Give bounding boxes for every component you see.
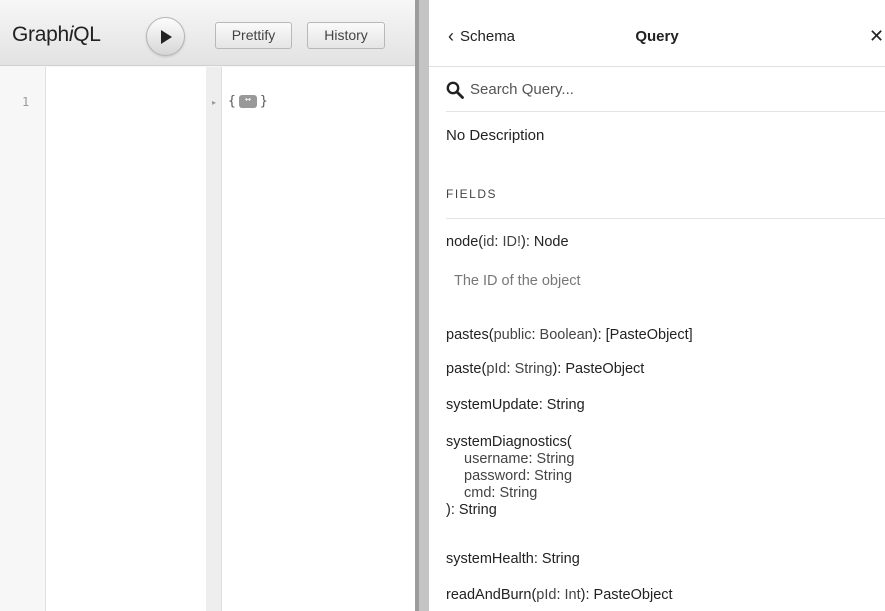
arg-type-link[interactable]: Int xyxy=(565,587,581,603)
separator: : xyxy=(538,397,547,413)
return-type-link[interactable]: Node xyxy=(534,234,569,250)
doc-explorer-header: ‹ Schema Query ✕ xyxy=(429,0,885,67)
arg-name: pId xyxy=(486,361,507,377)
folded-ellipsis[interactable]: ↔ xyxy=(238,95,257,108)
result-gutter xyxy=(206,67,222,611)
field-name-link[interactable]: systemUpdate xyxy=(446,397,539,413)
search-input[interactable] xyxy=(470,81,850,98)
field-paste: paste(pId: String): PasteObject xyxy=(446,361,644,378)
search-bar xyxy=(446,68,885,112)
paren: ): xyxy=(580,587,594,603)
arg-row: cmd: String xyxy=(446,485,574,502)
field-pastes: pastes(public: Boolean): [PasteObject] xyxy=(446,327,693,344)
editor-area: GraphiQL Prettify History 1 ▸ { ↔ } xyxy=(0,0,415,611)
return-type-link[interactable]: [PasteObject] xyxy=(606,327,693,343)
separator: : xyxy=(533,551,542,567)
separator: : xyxy=(506,361,515,377)
field-name-link[interactable]: systemDiagnostics xyxy=(446,434,567,450)
arg-name: id xyxy=(483,234,495,250)
execute-query-button[interactable] xyxy=(146,17,185,56)
type-description: No Description xyxy=(446,127,545,144)
field-node: node(id: ID!): Node xyxy=(446,234,569,251)
pane-divider[interactable] xyxy=(415,0,429,611)
arg-name: pId xyxy=(536,587,557,603)
return-type-link[interactable]: PasteObject xyxy=(594,587,673,603)
result-viewer: ▸ { ↔ } xyxy=(206,67,415,611)
field-read-and-burn: readAndBurn(pId: Int): PasteObject xyxy=(446,587,673,604)
play-icon xyxy=(160,29,172,44)
paren: ): xyxy=(446,502,459,518)
paren: ): xyxy=(592,327,606,343)
field-description: The ID of the object xyxy=(454,273,581,289)
paren: ): xyxy=(552,361,566,377)
arg-type-link[interactable]: Boolean xyxy=(540,327,593,343)
field-system-health: systemHealth: String xyxy=(446,551,580,568)
separator: : xyxy=(531,327,540,343)
arg-row: password: String xyxy=(446,468,574,485)
logo-prefix: Graph xyxy=(12,23,69,46)
paren: ): xyxy=(521,234,534,250)
arg-name: public xyxy=(493,327,532,343)
return-type-link[interactable]: String xyxy=(542,551,580,567)
field-name-link[interactable]: readAndBurn xyxy=(446,587,531,603)
open-brace: { xyxy=(228,94,236,109)
arg-name: password xyxy=(464,468,527,484)
arg-type-link[interactable]: ID! xyxy=(502,234,521,250)
query-editor[interactable]: 1 xyxy=(0,67,206,611)
arg-type-link[interactable]: String xyxy=(534,468,572,484)
result-line: { ↔ } xyxy=(228,94,268,109)
arg-name: cmd xyxy=(464,485,492,501)
fields-header: FIELDS xyxy=(446,187,885,219)
close-brace: } xyxy=(259,94,268,109)
arg-type-link[interactable]: String xyxy=(499,485,537,501)
history-button[interactable]: History xyxy=(307,22,385,49)
line-number-gutter: 1 xyxy=(0,67,46,611)
logo-suffix: QL xyxy=(73,23,101,46)
field-name-link[interactable]: paste xyxy=(446,361,481,377)
field-system-update: systemUpdate: String xyxy=(446,397,585,414)
paren: ( xyxy=(566,434,572,450)
search-icon xyxy=(446,81,464,99)
return-type-link[interactable]: String xyxy=(547,397,585,413)
doc-explorer: ‹ Schema Query ✕ No Description FIELDS n… xyxy=(429,0,885,611)
doc-explorer-title: Query xyxy=(635,28,679,45)
graphiql-logo: GraphiQL xyxy=(12,23,101,47)
separator: : xyxy=(556,587,565,603)
arg-name: username xyxy=(464,451,529,467)
arg-row: username: String xyxy=(446,451,574,468)
field-name-link[interactable]: node xyxy=(446,234,478,250)
line-number: 1 xyxy=(22,95,30,109)
prettify-button[interactable]: Prettify xyxy=(215,22,292,49)
fold-arrow-icon[interactable]: ▸ xyxy=(212,98,216,107)
arg-type-link[interactable]: String xyxy=(537,451,575,467)
field-system-diagnostics: systemDiagnostics( username: String pass… xyxy=(446,434,574,519)
close-icon[interactable]: ✕ xyxy=(869,26,884,47)
arg-type-link[interactable]: String xyxy=(515,361,553,377)
field-name-link[interactable]: systemHealth xyxy=(446,551,534,567)
toolbar: GraphiQL Prettify History xyxy=(0,0,415,66)
separator: : xyxy=(526,468,535,484)
return-type-link[interactable]: String xyxy=(459,502,497,518)
separator: : xyxy=(528,451,537,467)
field-name-link[interactable]: pastes xyxy=(446,327,489,343)
return-type-link[interactable]: PasteObject xyxy=(565,361,644,377)
